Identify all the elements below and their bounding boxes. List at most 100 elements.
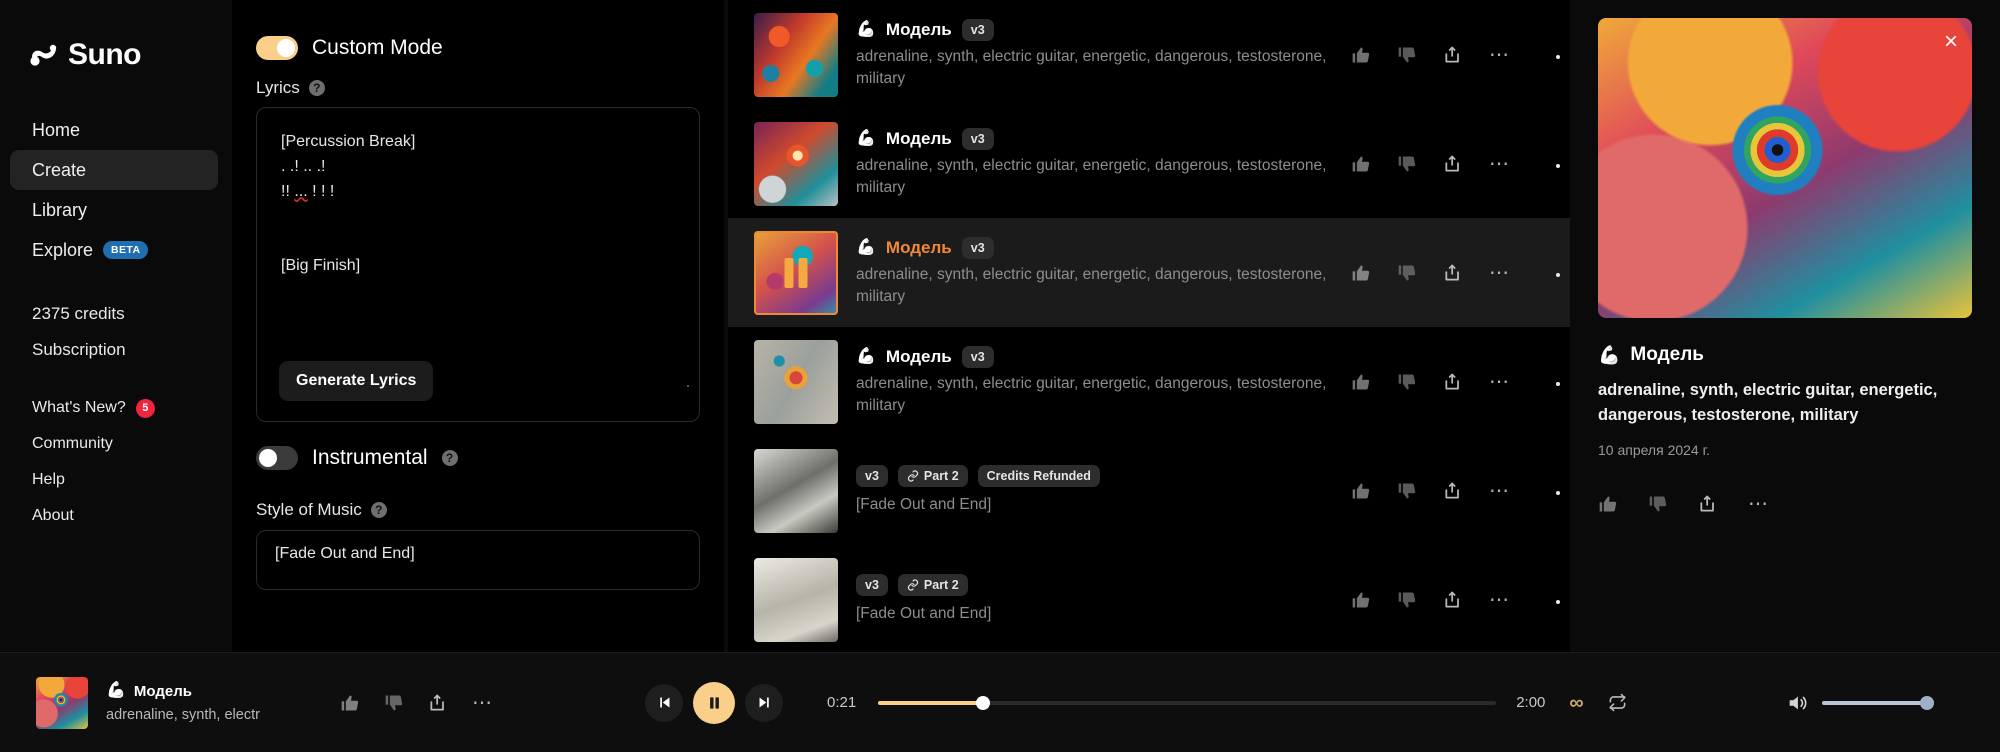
song-thumbnail[interactable]: [754, 230, 838, 315]
song-thumbnail[interactable]: [754, 448, 838, 533]
share-icon[interactable]: [1698, 494, 1718, 514]
instrumental-help-icon[interactable]: ?: [441, 450, 458, 466]
share-icon[interactable]: [428, 693, 448, 713]
help-link[interactable]: Help: [10, 462, 218, 498]
song-description: adrenaline, synth, electric guitar, ener…: [856, 47, 1327, 87]
now-playing-meta: 💪 Модель adrenaline, synth, electr: [106, 683, 306, 723]
row-actions: ⋯: [1351, 481, 1510, 501]
share-icon[interactable]: [1443, 372, 1463, 392]
custom-mode-toggle[interactable]: [256, 36, 298, 60]
share-icon[interactable]: [1443, 590, 1463, 610]
now-playing-thumbnail[interactable]: [36, 676, 88, 729]
song-title[interactable]: Модель: [886, 129, 952, 149]
song-list[interactable]: 💪 Модель v3 adrenaline, synth, electric …: [728, 0, 1570, 652]
sidebar-item-explore[interactable]: Explore BETA: [10, 230, 218, 270]
total-time: 2:00: [1516, 694, 1546, 711]
sidebar-item-library[interactable]: Library: [10, 190, 218, 230]
sidebar-links: What's New? 5 Community Help About: [0, 390, 228, 534]
previous-track-button[interactable]: [645, 683, 683, 722]
credits-display[interactable]: 2375 credits: [10, 296, 218, 332]
more-options-icon[interactable]: ⋯: [1489, 45, 1510, 65]
share-icon[interactable]: [1443, 263, 1463, 283]
share-icon[interactable]: [1443, 481, 1463, 501]
table-row[interactable]: 💪 Модель v3 adrenaline, synth, electric …: [728, 218, 1570, 327]
volume-icon[interactable]: [1786, 692, 1808, 714]
row-actions: ⋯: [1351, 154, 1510, 174]
thumbs-up-icon[interactable]: [1351, 154, 1371, 174]
misspelled-token: ...: [294, 182, 308, 200]
song-thumbnail[interactable]: [754, 12, 838, 97]
thumbs-up-icon[interactable]: [1351, 481, 1371, 501]
style-label-row: Style of Music ?: [256, 500, 700, 520]
table-row[interactable]: v3 Part 2 [Fade Out and End] ⋯: [728, 545, 1570, 652]
muscle-icon: 💪: [1598, 345, 1621, 365]
about-link[interactable]: About: [10, 498, 218, 534]
seek-handle[interactable]: [976, 695, 991, 710]
more-options-icon[interactable]: ⋯: [472, 693, 493, 713]
community-link[interactable]: Community: [10, 426, 218, 462]
whats-new-link[interactable]: What's New? 5: [10, 390, 218, 426]
scroll-marker: [1556, 599, 1560, 604]
thumbs-up-icon[interactable]: [1598, 494, 1618, 514]
more-options-icon[interactable]: ⋯: [1489, 154, 1510, 174]
next-track-button[interactable]: [745, 683, 783, 722]
more-options-icon[interactable]: ⋯: [1489, 590, 1510, 610]
song-thumbnail[interactable]: [754, 121, 838, 206]
volume-handle[interactable]: [1920, 695, 1934, 710]
now-playing-title-row: 💪 Модель: [106, 683, 306, 700]
song-title[interactable]: Модель: [886, 238, 952, 258]
seek-slider[interactable]: [878, 695, 1497, 710]
table-row[interactable]: 💪 Модель v3 adrenaline, synth, electric …: [728, 0, 1570, 109]
skip-forward-icon: [759, 697, 769, 708]
thumbs-down-icon[interactable]: [1397, 45, 1417, 65]
pause-icon[interactable]: [784, 257, 808, 288]
thumbs-down-icon[interactable]: [1397, 481, 1417, 501]
generate-lyrics-button[interactable]: Generate Lyrics: [279, 361, 434, 401]
more-options-icon[interactable]: ⋯: [1489, 263, 1510, 283]
resize-handle[interactable]: [687, 385, 689, 387]
scroll-marker: [1556, 272, 1560, 277]
detail-artwork[interactable]: ×: [1598, 18, 1972, 318]
share-icon[interactable]: [1443, 154, 1463, 174]
more-options-icon[interactable]: ⋯: [1489, 372, 1510, 392]
lyrics-textarea[interactable]: [Percussion Break] . .! .. .! !! ... ! !…: [256, 107, 700, 422]
subscription-link[interactable]: Subscription: [10, 332, 218, 368]
close-icon[interactable]: ×: [1944, 30, 1958, 54]
song-title[interactable]: Модель: [886, 20, 952, 40]
more-options-icon[interactable]: ⋯: [1748, 494, 1769, 514]
table-row[interactable]: v3 Part 2 Credits Refunded [Fade Out and…: [728, 436, 1570, 545]
sidebar-item-label: Library: [32, 199, 88, 220]
instrumental-toggle[interactable]: [256, 446, 298, 470]
thumbs-down-icon[interactable]: [1397, 154, 1417, 174]
table-row[interactable]: 💪 Модель v3 adrenaline, synth, electric …: [728, 327, 1570, 436]
thumbs-up-icon[interactable]: [1351, 590, 1371, 610]
sidebar-nav: Home Create Library Explore BETA: [0, 110, 228, 270]
style-of-music-input[interactable]: [Fade Out and End]: [256, 530, 700, 590]
song-thumbnail[interactable]: [754, 557, 838, 642]
thumbs-down-icon[interactable]: [1648, 494, 1668, 514]
share-icon[interactable]: [1443, 45, 1463, 65]
thumbs-down-icon[interactable]: [1397, 263, 1417, 283]
lyrics-help-icon[interactable]: ?: [308, 80, 325, 96]
style-help-icon[interactable]: ?: [370, 502, 387, 518]
thumbs-up-icon[interactable]: [1351, 263, 1371, 283]
infinity-icon[interactable]: ∞: [1569, 693, 1583, 713]
now-playing-title[interactable]: Модель: [134, 683, 192, 700]
repeat-icon[interactable]: [1608, 693, 1627, 712]
sidebar-item-home[interactable]: Home: [10, 110, 218, 150]
version-badge: v3: [961, 127, 994, 150]
thumbs-up-icon[interactable]: [1351, 372, 1371, 392]
thumbs-down-icon[interactable]: [1397, 372, 1417, 392]
thumbs-up-icon[interactable]: [340, 693, 360, 713]
song-thumbnail[interactable]: [754, 339, 838, 424]
sidebar-item-create[interactable]: Create: [10, 150, 218, 190]
song-title[interactable]: Модель: [886, 347, 952, 367]
thumbs-down-icon[interactable]: [1397, 590, 1417, 610]
thumbs-down-icon[interactable]: [384, 693, 404, 713]
volume-slider[interactable]: [1822, 695, 1934, 710]
play-pause-button[interactable]: [693, 681, 735, 724]
thumbs-up-icon[interactable]: [1351, 45, 1371, 65]
more-options-icon[interactable]: ⋯: [1489, 481, 1510, 501]
table-row[interactable]: 💪 Модель v3 adrenaline, synth, electric …: [728, 109, 1570, 218]
brand-logo[interactable]: Suno: [0, 0, 228, 72]
